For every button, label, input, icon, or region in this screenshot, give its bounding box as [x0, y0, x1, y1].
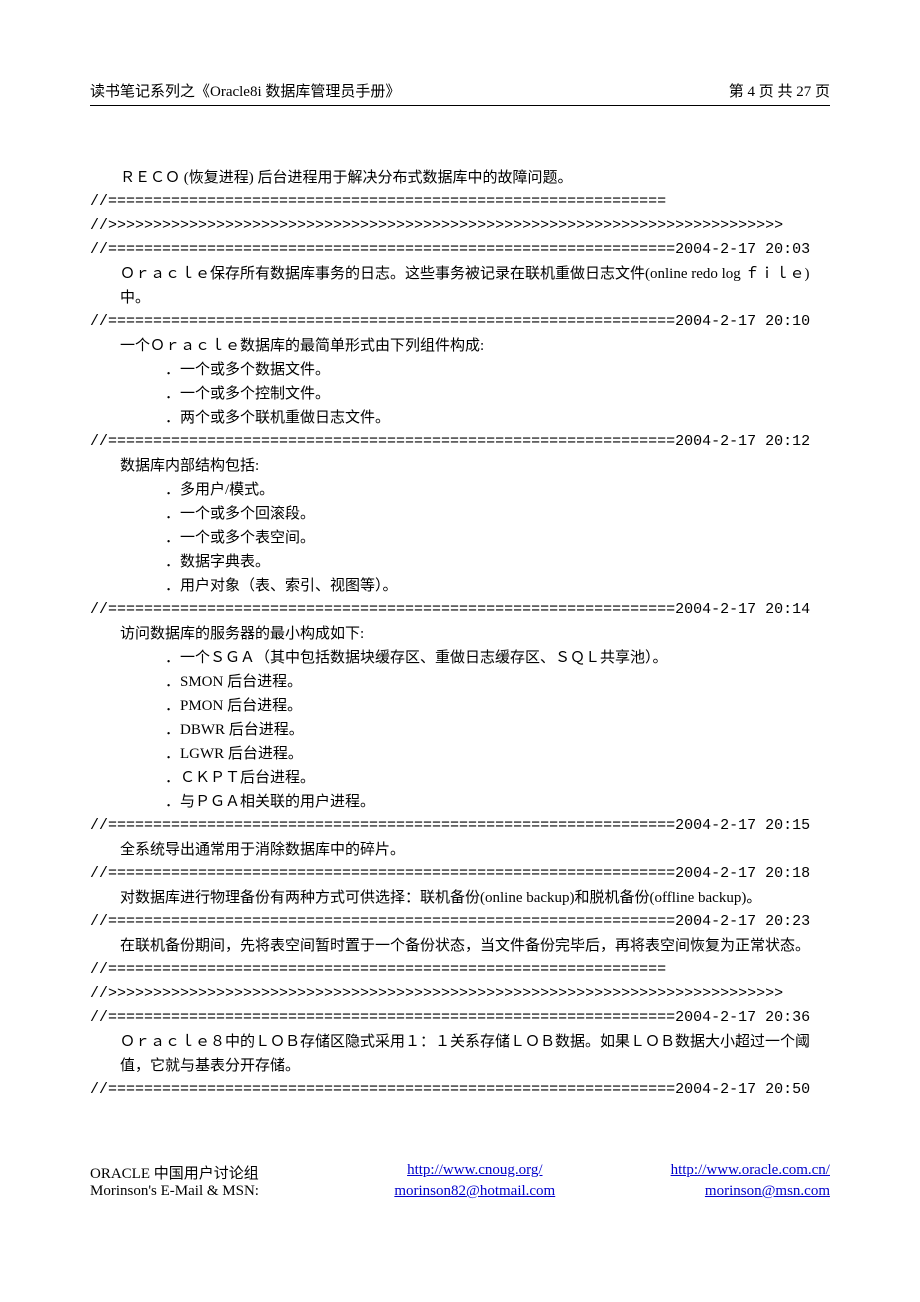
list-item: ．SMON 后台进程。: [90, 670, 830, 694]
paragraph: Ｏｒａｃｌｅ保存所有数据库事务的日志。这些事务被记录在联机重做日志文件(onli…: [90, 262, 830, 310]
list-item: ．多用户/模式。: [90, 478, 830, 502]
document-page: 读书笔记系列之《Oracle8i 数据库管理员手册》 第 4 页 共 27 页 …: [0, 0, 920, 1260]
header-title: 读书笔记系列之《Oracle8i 数据库管理员手册》: [90, 80, 400, 101]
paragraph: 数据库内部结构包括:: [90, 454, 830, 478]
separator-timestamp: //======================================…: [90, 1078, 830, 1102]
separator: //>>>>>>>>>>>>>>>>>>>>>>>>>>>>>>>>>>>>>>…: [90, 982, 830, 1006]
separator-timestamp: //======================================…: [90, 430, 830, 454]
list-item: ．两个或多个联机重做日志文件。: [90, 406, 830, 430]
list-item: ．用户对象（表、索引、视图等）。: [90, 574, 830, 598]
list-item: ．ＣＫＰＴ后台进程。: [90, 766, 830, 790]
separator-timestamp: //======================================…: [90, 862, 830, 886]
separator: //======================================…: [90, 190, 830, 214]
paragraph: 对数据库进行物理备份有两种方式可供选择：联机备份(online backup)和…: [90, 886, 830, 910]
list-item: ．一个或多个控制文件。: [90, 382, 830, 406]
separator-timestamp: //======================================…: [90, 1006, 830, 1030]
list-item: ．一个ＳＧＡ（其中包括数据块缓存区、重做日志缓存区、ＳＱＬ共享池）。: [90, 646, 830, 670]
list-item: ．与ＰＧＡ相关联的用户进程。: [90, 790, 830, 814]
list-item: ．DBWR 后台进程。: [90, 718, 830, 742]
footer-link-email-msn[interactable]: morinson@msn.com: [705, 1183, 830, 1199]
list-item: ．一个或多个回滚段。: [90, 502, 830, 526]
paragraph: Ｏｒａｃｌｅ８中的ＬＯＢ存储区隐式采用１：１关系存储ＬＯＢ数据。如果ＬＯＢ数据大…: [90, 1030, 830, 1078]
paragraph: 全系统导出通常用于消除数据库中的碎片。: [90, 838, 830, 862]
separator-timestamp: //======================================…: [90, 310, 830, 334]
separator: //======================================…: [90, 958, 830, 982]
paragraph: 在联机备份期间，先将表空间暂时置于一个备份状态，当文件备份完毕后，再将表空间恢复…: [90, 934, 830, 958]
list-item: ．一个或多个数据文件。: [90, 358, 830, 382]
separator: //>>>>>>>>>>>>>>>>>>>>>>>>>>>>>>>>>>>>>>…: [90, 214, 830, 238]
separator-timestamp: //======================================…: [90, 814, 830, 838]
footer-org-label: ORACLE 中国用户讨论组: [90, 1162, 356, 1183]
footer-contact-label: Morinson's E-Mail & MSN:: [90, 1183, 356, 1200]
list-item: ．LGWR 后台进程。: [90, 742, 830, 766]
list-item: ．数据字典表。: [90, 550, 830, 574]
list-item: ．一个或多个表空间。: [90, 526, 830, 550]
footer-link-email-hotmail[interactable]: morinson82@hotmail.com: [394, 1183, 555, 1199]
page-footer: ORACLE 中国用户讨论组 http://www.cnoug.org/ htt…: [90, 1162, 830, 1200]
header-pagination: 第 4 页 共 27 页: [729, 80, 830, 101]
footer-row: Morinson's E-Mail & MSN: morinson82@hotm…: [90, 1183, 830, 1200]
separator-timestamp: //======================================…: [90, 598, 830, 622]
footer-link-cnoug[interactable]: http://www.cnoug.org/: [407, 1162, 542, 1178]
paragraph: ＲＥＣＯ (恢复进程) 后台进程用于解决分布式数据库中的故障问题。: [90, 166, 830, 190]
separator-timestamp: //======================================…: [90, 910, 830, 934]
separator-timestamp: //======================================…: [90, 238, 830, 262]
list-item: ．PMON 后台进程。: [90, 694, 830, 718]
paragraph: 访问数据库的服务器的最小构成如下:: [90, 622, 830, 646]
page-content: ＲＥＣＯ (恢复进程) 后台进程用于解决分布式数据库中的故障问题。 //====…: [90, 166, 830, 1102]
footer-link-oracle-cn[interactable]: http://www.oracle.com.cn/: [671, 1162, 830, 1178]
footer-row: ORACLE 中国用户讨论组 http://www.cnoug.org/ htt…: [90, 1162, 830, 1183]
paragraph: 一个Ｏｒａｃｌｅ数据库的最简单形式由下列组件构成:: [90, 334, 830, 358]
page-header: 读书笔记系列之《Oracle8i 数据库管理员手册》 第 4 页 共 27 页: [90, 80, 830, 106]
